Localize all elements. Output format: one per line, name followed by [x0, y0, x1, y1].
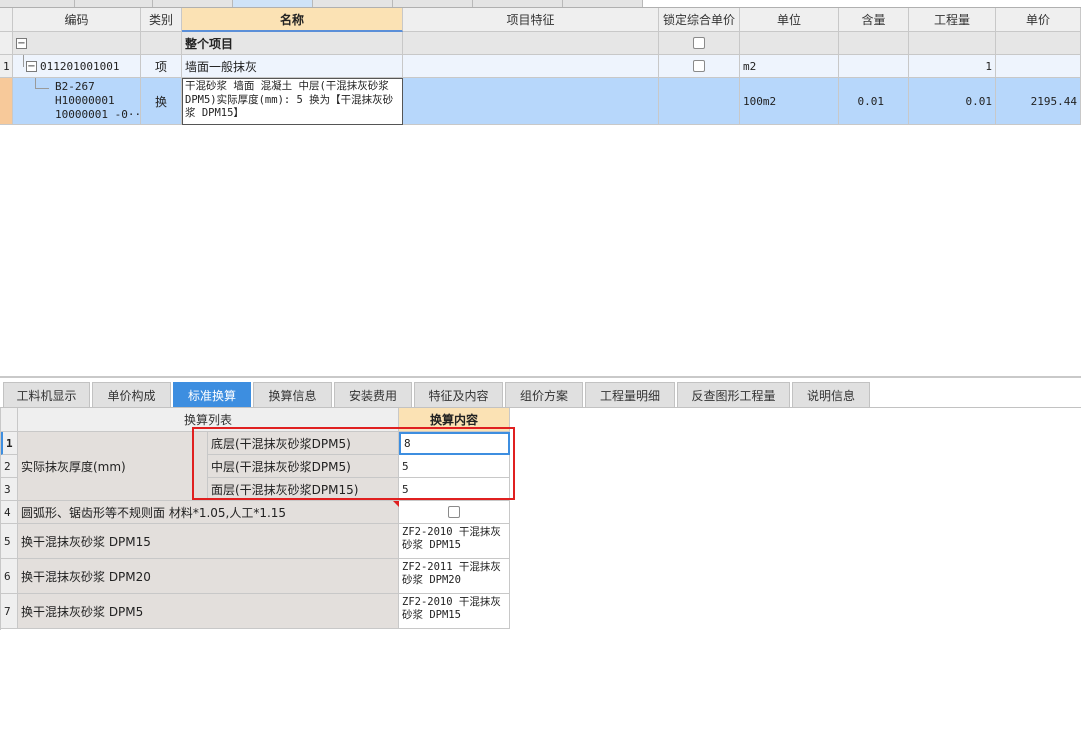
irregular-surface-cell[interactable]: [399, 501, 510, 524]
row-index: [0, 32, 13, 55]
conv-row-index: 4: [1, 501, 18, 524]
item-code: 011201001001: [40, 59, 120, 73]
replace-dpm20-label: 换干混抹灰砂浆 DPM20: [18, 559, 399, 594]
col-index-header: [0, 8, 13, 32]
row-price-cell[interactable]: [996, 32, 1081, 55]
col-unit-header[interactable]: 单位: [740, 8, 839, 32]
replace-dpm20-value[interactable]: ZF2-2011 干混抹灰砂浆 DPM20: [399, 559, 510, 594]
conv-row-index: 7: [1, 594, 18, 629]
row-index: [0, 78, 13, 125]
tab-material[interactable]: 工料机显示: [3, 382, 90, 407]
conv-index-header: [1, 408, 18, 432]
col-code-header[interactable]: 编码: [13, 8, 141, 32]
conv-row-index: 2: [1, 455, 18, 478]
tab-description[interactable]: 说明信息: [792, 382, 870, 407]
collapse-icon[interactable]: −: [16, 37, 27, 49]
sub-code-line: H10000001: [55, 94, 115, 107]
table-row[interactable]: − 整个项目: [0, 32, 1081, 55]
top-tab-6[interactable]: [393, 0, 473, 7]
tab-quantity-detail[interactable]: 工程量明细: [585, 382, 675, 407]
col-price-header[interactable]: 单价: [996, 8, 1081, 32]
tab-standard-conversion[interactable]: 标准换算: [173, 382, 251, 407]
table-row-selected[interactable]: B2-267 H10000001 10000001 -0··· 换 干混砂浆 墙…: [0, 78, 1081, 125]
row-quantity-cell[interactable]: 1: [909, 55, 996, 78]
row-unit-cell[interactable]: 100m2: [740, 78, 839, 125]
row-type-cell[interactable]: [141, 32, 182, 55]
table-row[interactable]: 1 − 011201001001 项 墙面一般抹灰 m2 1: [0, 55, 1081, 78]
col-feature-header[interactable]: 项目特征: [403, 8, 659, 32]
top-tab-2[interactable]: [75, 0, 153, 7]
top-tab-1[interactable]: [0, 0, 75, 7]
irregular-surface-checkbox[interactable]: [448, 506, 460, 518]
thickness-group-label: 实际抹灰厚度(mm): [18, 432, 208, 501]
col-lock-header[interactable]: 锁定综合单价: [659, 8, 740, 32]
replace-dpm15-value[interactable]: ZF2-2010 干混抹灰砂浆 DPM15: [399, 524, 510, 559]
col-content-header[interactable]: 含量: [839, 8, 909, 32]
row-content-cell[interactable]: 0.01: [839, 78, 909, 125]
row-feature-cell[interactable]: [403, 78, 659, 125]
row-feature-cell[interactable]: [403, 32, 659, 55]
tree-line: [35, 78, 36, 88]
row-name-cell[interactable]: 整个项目: [182, 32, 403, 55]
row-type-cell[interactable]: 项: [141, 55, 182, 78]
tab-feature-content[interactable]: 特征及内容: [414, 382, 503, 407]
row-lock-cell[interactable]: [659, 55, 740, 78]
sub-code-line: 10000001 -0···: [55, 108, 141, 121]
row-type-cell[interactable]: 换: [141, 78, 182, 125]
replace-dpm5-label: 换干混抹灰砂浆 DPM5: [18, 594, 399, 629]
tab-conversion-info[interactable]: 换算信息: [253, 382, 332, 407]
row-lock-cell[interactable]: [659, 78, 740, 125]
row-name-cell-editing[interactable]: 干混砂浆 墙面 混凝土 中层(干混抹灰砂浆DPM5)实际厚度(mm): 5 换为…: [182, 78, 403, 125]
row-lock-cell[interactable]: [659, 32, 740, 55]
row-quantity-cell[interactable]: 0.01: [909, 78, 996, 125]
row-index: 1: [0, 55, 13, 78]
col-quantity-header[interactable]: 工程量: [909, 8, 996, 32]
row-unit-cell[interactable]: m2: [740, 55, 839, 78]
row-code-cell[interactable]: − 011201001001: [13, 55, 141, 78]
row-feature-cell[interactable]: [403, 55, 659, 78]
top-tab-7[interactable]: [473, 0, 563, 7]
top-tab-4[interactable]: [233, 0, 313, 7]
tab-pricing-plan[interactable]: 组价方案: [505, 382, 583, 407]
row-name-cell[interactable]: 墙面一般抹灰: [182, 55, 403, 78]
row-price-cell[interactable]: [996, 55, 1081, 78]
col-name-header[interactable]: 名称: [182, 8, 403, 32]
row-content-cell[interactable]: [839, 55, 909, 78]
lock-price-checkbox[interactable]: [693, 60, 705, 72]
replace-dpm5-value[interactable]: ZF2-2010 干混抹灰砂浆 DPM15: [399, 594, 510, 629]
tree-line: [35, 88, 49, 89]
row-quantity-cell[interactable]: [909, 32, 996, 55]
tab-reverse-check[interactable]: 反查图形工程量: [677, 382, 790, 407]
sub-code: B2-267 H10000001 10000001 -0···: [55, 80, 141, 122]
row-code-cell[interactable]: B2-267 H10000001 10000001 -0···: [13, 78, 141, 125]
col-type-header[interactable]: 类别: [141, 8, 182, 32]
conv-row-index: 3: [1, 478, 18, 501]
collapse-icon[interactable]: −: [26, 60, 37, 72]
tab-install-fee[interactable]: 安装费用: [334, 382, 412, 407]
conv-row-index: 6: [1, 559, 18, 594]
conv-row-index: 5: [1, 524, 18, 559]
top-tab-8[interactable]: [563, 0, 643, 7]
top-tab-3[interactable]: [153, 0, 233, 7]
lock-price-checkbox[interactable]: [693, 37, 705, 49]
row-content-cell[interactable]: [839, 32, 909, 55]
row-price-cell[interactable]: 2195.44: [996, 78, 1081, 125]
top-grid: 编码 类别 名称 项目特征 锁定综合单价 单位 含量 工程量 单价 − 整个项目…: [0, 8, 1081, 126]
row-unit-cell[interactable]: [740, 32, 839, 55]
tree-line: [23, 55, 24, 67]
sub-code-line: B2-267: [55, 80, 95, 93]
replace-dpm15-label: 换干混抹灰砂浆 DPM15: [18, 524, 399, 559]
top-tab-5[interactable]: [313, 0, 393, 7]
tab-unit-price[interactable]: 单价构成: [92, 382, 171, 407]
panel-splitter[interactable]: [0, 376, 1081, 378]
row-code-cell[interactable]: −: [13, 32, 141, 55]
irregular-surface-label: 圆弧形、锯齿形等不规则面 材料*1.05,人工*1.15: [18, 501, 399, 524]
conv-row-index: 1: [1, 432, 18, 455]
highlight-box: [192, 427, 515, 500]
